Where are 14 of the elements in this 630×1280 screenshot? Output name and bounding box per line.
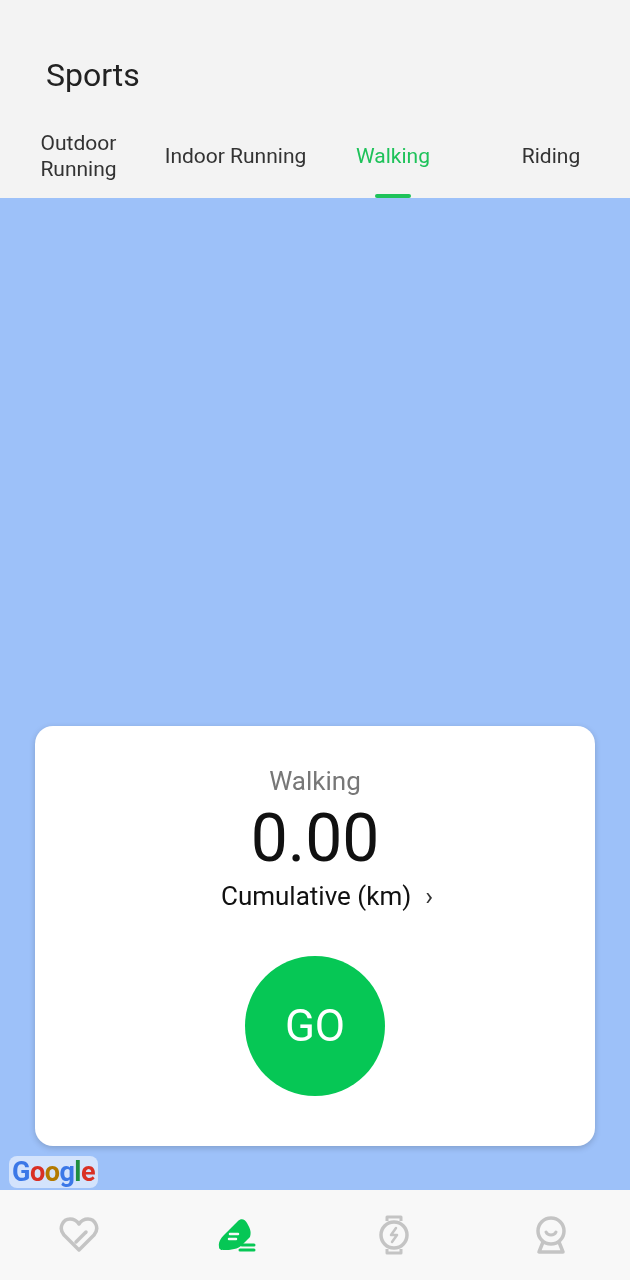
distance-value: 0.00 xyxy=(250,804,380,874)
map-attribution: Google xyxy=(9,1156,99,1188)
sport-tab[interactable]: Riding xyxy=(521,143,581,169)
sport-tab[interactable]: Indoor Running xyxy=(164,143,307,169)
profile-icon xyxy=(534,1215,569,1255)
heart-icon xyxy=(58,1216,99,1254)
sport-tab[interactable]: Outdoor Running xyxy=(28,130,129,182)
page-title: Sports xyxy=(46,55,140,96)
activity-name: Walking xyxy=(269,766,361,796)
map-area[interactable]: Walking 0.00 Cumulative (km) › GO Google xyxy=(0,198,630,1190)
chevron-icon[interactable]: › xyxy=(425,880,434,912)
distance-label: Cumulative (km) xyxy=(220,880,412,912)
watch-icon xyxy=(377,1214,410,1256)
shoe-icon xyxy=(216,1217,257,1253)
